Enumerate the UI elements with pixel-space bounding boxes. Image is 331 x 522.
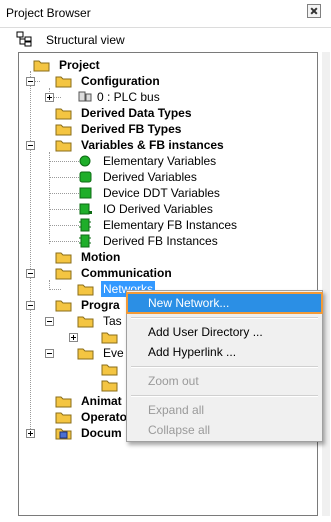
- device-ddt-icon: [79, 187, 92, 199]
- tree-item-project[interactable]: Project: [19, 57, 317, 73]
- tree-label-motion: Motion: [81, 250, 121, 264]
- fb-instance-icon: [79, 234, 91, 248]
- plc-bus-icon: [78, 91, 92, 102]
- menu-item-collapse-all[interactable]: Collapse all: [127, 420, 322, 440]
- menu-item-expand-all[interactable]: Expand all: [127, 400, 322, 420]
- tree-item-communication[interactable]: Communication: [19, 265, 317, 281]
- tree-item-derived-data-types[interactable]: Derived Data Types: [19, 105, 317, 121]
- folder-icon: [55, 124, 72, 136]
- tree-item-motion[interactable]: Motion: [19, 249, 317, 265]
- folder-icon: [33, 60, 50, 72]
- expand-icon[interactable]: [69, 333, 78, 342]
- folder-open-icon: [77, 348, 94, 360]
- folder-icon: [101, 380, 118, 392]
- folder-icon: [101, 332, 118, 344]
- tree-label-project: Project: [59, 58, 100, 72]
- folder-icon: [55, 108, 72, 120]
- tree-label-io-derived-variables: IO Derived Variables: [103, 202, 213, 216]
- folder-icon: [55, 252, 72, 264]
- documentation-icon: [55, 428, 72, 440]
- tree-item-variables-fb[interactable]: Variables & FB instances: [19, 137, 317, 153]
- tree-item-elementary-fb-instances[interactable]: Elementary FB Instances: [19, 217, 317, 233]
- tree-label-elementary-fb-instances: Elementary FB Instances: [103, 218, 238, 232]
- tree-label-animation: Animat: [81, 394, 122, 408]
- tree-item-configuration[interactable]: Configuration: [19, 73, 317, 89]
- tree-label-configuration: Configuration: [81, 74, 160, 88]
- menu-separator: [131, 366, 318, 368]
- window-title: Project Browser: [6, 6, 91, 20]
- tree-item-derived-fb-instances[interactable]: Derived FB Instances: [19, 233, 317, 249]
- tree-label-tasks: Tas: [103, 314, 122, 328]
- expand-icon[interactable]: [26, 429, 35, 438]
- elementary-variable-icon: [79, 155, 91, 167]
- tree-item-device-ddt-variables[interactable]: Device DDT Variables: [19, 185, 317, 201]
- tree-label-derived-data-types: Derived Data Types: [81, 106, 192, 120]
- expand-icon[interactable]: [45, 93, 54, 102]
- folder-open-icon: [55, 76, 72, 88]
- menu-separator: [131, 395, 318, 397]
- collapse-icon[interactable]: [45, 317, 54, 326]
- folder-icon: [55, 412, 72, 424]
- collapse-icon[interactable]: [26, 269, 35, 278]
- view-selector[interactable]: Structural view: [0, 28, 331, 52]
- tree-item-derived-fb-types[interactable]: Derived FB Types: [19, 121, 317, 137]
- collapse-icon[interactable]: [26, 77, 35, 86]
- scrollbar[interactable]: [322, 52, 330, 516]
- tree-item-io-derived-variables[interactable]: IO Derived Variables: [19, 201, 317, 217]
- tree-label-events: Eve: [103, 346, 124, 360]
- derived-variable-icon: [79, 171, 92, 183]
- io-variable-icon: [79, 203, 92, 215]
- folder-open-icon: [55, 300, 72, 312]
- tree-label-plc-bus: 0 : PLC bus: [97, 90, 160, 104]
- menu-item-zoom-out[interactable]: Zoom out: [127, 371, 322, 391]
- tree-label-derived-fb-types: Derived FB Types: [81, 122, 182, 136]
- tree-label-derived-variables: Derived Variables: [103, 170, 197, 184]
- tree-label-program: Progra: [81, 298, 120, 312]
- structural-view-icon: [16, 31, 32, 47]
- menu-item-new-network[interactable]: New Network...: [126, 292, 323, 314]
- tree-label-variables-fb: Variables & FB instances: [81, 138, 224, 152]
- folder-icon: [55, 396, 72, 408]
- tree-item-elementary-variables[interactable]: Elementary Variables: [19, 153, 317, 169]
- collapse-icon[interactable]: [26, 301, 35, 310]
- menu-item-add-user-directory[interactable]: Add User Directory ...: [127, 322, 322, 342]
- folder-open-icon: [55, 268, 72, 280]
- collapse-icon[interactable]: [45, 349, 54, 358]
- tree-label-documentation: Docum: [81, 426, 122, 440]
- menu-item-add-hyperlink[interactable]: Add Hyperlink ...: [127, 342, 322, 362]
- tree-label-operator: Operato: [81, 410, 128, 424]
- close-icon[interactable]: [307, 4, 321, 18]
- tree-label-derived-fb-instances: Derived FB Instances: [103, 234, 218, 248]
- tree-label-elementary-variables: Elementary Variables: [103, 154, 217, 168]
- folder-icon: [101, 364, 118, 376]
- tree-label-device-ddt-variables: Device DDT Variables: [103, 186, 220, 200]
- project-tree[interactable]: Project Configuration 0 : PLC bus Derive…: [18, 52, 318, 516]
- tree-item-derived-variables[interactable]: Derived Variables: [19, 169, 317, 185]
- context-menu: New Network... Add User Directory ... Ad…: [126, 290, 323, 442]
- tree-label-communication: Communication: [81, 266, 172, 280]
- folder-icon: [77, 284, 94, 296]
- collapse-icon[interactable]: [26, 141, 35, 150]
- view-label: Structural view: [46, 33, 125, 47]
- tree-item-plc-bus[interactable]: 0 : PLC bus: [19, 89, 317, 105]
- title-bar: Project Browser: [0, 0, 331, 28]
- folder-open-icon: [55, 140, 72, 152]
- folder-open-icon: [77, 316, 94, 328]
- menu-separator: [131, 317, 318, 319]
- fb-instance-icon: [79, 218, 91, 232]
